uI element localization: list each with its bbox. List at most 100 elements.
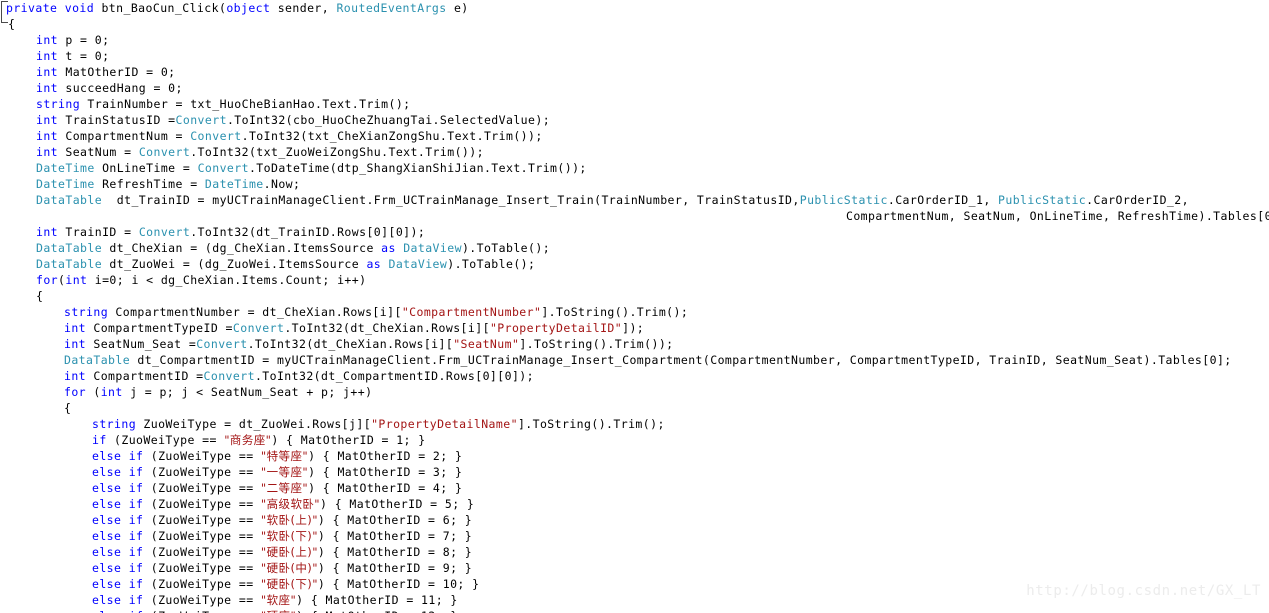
code-token: TrainID = [58,225,139,239]
code-token: int [36,129,59,143]
code-line: for(int i=0; i < dg_CheXian.Items.Count;… [0,272,366,288]
code-line: else if (ZuoWeiType == "硬卧(下)") { MatOth… [0,576,479,592]
code-token: DataTable [64,353,131,367]
code-token: else [92,497,122,511]
code-token: .ToInt32(cbo_HuoCheZhuangTai.SelectedVal… [226,113,551,127]
code-token: if [128,449,144,463]
code-token: DataTable [36,193,103,207]
code-token: Convert [138,145,191,159]
code-token: ) { MatOtherID = 1; } [271,433,426,447]
code-token: else [92,545,122,559]
code-token: string [36,97,81,111]
code-line: DateTime OnLineTime = Convert.ToDateTime… [0,160,587,176]
code-token: t = 0; [58,49,110,63]
code-token: "二等座" [260,481,309,495]
code-token: else [92,577,122,591]
code-token: DateTime [204,177,264,191]
code-line: for (int j = p; j < SeatNum_Seat + p; j+… [0,384,372,400]
code-token: "PropertyDetailName" [371,417,518,431]
code-token: DateTime [36,161,95,175]
code-token: (ZuoWeiType == [143,465,261,479]
code-token: private [6,1,58,15]
code-token: if [129,609,144,613]
code-token: "SeatNum" [453,337,520,351]
code-token: SeatNum = [58,145,139,159]
code-token: ) { MatOtherID = 5; } [320,497,475,511]
code-line: else if (ZuoWeiType == "硬卧(上)") { MatOth… [0,544,472,560]
code-token: if [128,513,144,527]
code-token: as [366,257,382,271]
code-token: ).ToTable(); [447,257,536,271]
code-editor-surface[interactable]: private void btn_BaoCun_Click(object sen… [0,0,1269,613]
code-token: "硬卧(中)" [260,561,318,575]
code-token: ].ToString().Trim(); [517,417,665,431]
code-line: else if (ZuoWeiType == "硬座") { MatOtherI… [0,608,458,613]
code-token: if [128,465,144,479]
code-token: Convert [138,225,191,239]
code-token: int [100,385,123,399]
code-token: object [226,1,271,15]
code-line: else if (ZuoWeiType == "软卧(下)") { MatOth… [0,528,472,544]
code-token: ) { MatOtherID = 12; } [296,609,458,613]
code-token: ) { MatOtherID = 10; } [317,577,480,591]
code-token: .ToDateTime(dtp_ShangXianShiJian.Text.Tr… [248,161,587,175]
code-token: ) { MatOtherID = 11; } [296,593,458,607]
code-line: DataTable dt_ZuoWei = (dg_ZuoWei.ItemsSo… [0,256,535,272]
code-token: string [64,305,109,319]
code-token: ) { MatOtherID = 4; } [308,481,463,495]
code-token: PublicStatic [998,193,1087,207]
code-line: else if (ZuoWeiType == "硬卧(中)") { MatOth… [0,560,472,576]
code-token: .Now; [263,177,301,191]
code-token: .ToInt32(txt_CheXianZongShu.Text.Trim())… [241,129,543,143]
code-token: .ToInt32(dt_CheXian.Rows[i][ [284,321,490,335]
code-token: "商务座" [224,433,272,447]
code-token: "高级软卧" [260,497,321,511]
code-token: (ZuoWeiType == [143,561,261,575]
code-line: int SeatNum_Seat =Convert.ToInt32(dt_Che… [0,336,674,352]
code-token: as [381,241,396,255]
code-token: "软卧(上)" [260,513,318,527]
code-token: dt_ZuoWei = (dg_ZuoWei.ItemsSource [102,257,367,271]
code-token: .CarOrderID_1, [887,193,999,207]
code-token: (ZuoWeiType == [143,529,261,543]
code-token: string [92,417,137,431]
code-token: else [92,465,122,479]
code-token: "硬卧(上)" [260,545,318,559]
code-token: p = 0; [58,33,110,47]
code-token: i=0; i < dg_CheXian.Items.Count; i++) [87,273,367,287]
code-token: SeatNum_Seat = [86,337,197,351]
code-token: if [92,433,107,447]
code-token: .CarOrderID_2, [1086,193,1189,207]
code-line: DataTable dt_CompartmentID = myUCTrainMa… [0,352,1232,368]
code-token: if [128,561,144,575]
code-token: MatOtherID = 0; [58,65,176,79]
code-token: int [65,273,88,287]
code-token: DataTable [36,257,103,271]
code-line: private void btn_BaoCun_Click(object sen… [0,0,469,16]
code-token: (ZuoWeiType == [143,593,261,607]
code-token: ( [86,385,101,399]
code-token: ZuoWeiType = dt_ZuoWei.Rows[j][ [136,417,372,431]
code-line: int TrainID = Convert.ToInt32(dt_TrainID… [0,224,425,240]
code-token: "PropertyDetailID" [489,321,623,335]
code-token: else [92,481,122,495]
code-token: else [92,513,122,527]
code-line: else if (ZuoWeiType == "特等座") { MatOther… [0,448,462,464]
code-token: "软座" [260,593,297,607]
code-line: else if (ZuoWeiType == "二等座") { MatOther… [0,480,462,496]
code-token: int [36,145,59,159]
code-token: ) { MatOtherID = 6; } [317,513,473,527]
code-token: (ZuoWeiType == [143,577,261,591]
code-token: "软卧(下)" [260,529,318,543]
code-token: Convert [197,161,249,175]
code-token: (ZuoWeiType == [143,545,261,559]
code-token: else [92,529,122,543]
code-token: else [92,561,122,575]
watermark-text: http://blog.csdn.net/GX_LT [1026,583,1261,599]
code-token: (ZuoWeiType == [143,481,261,495]
